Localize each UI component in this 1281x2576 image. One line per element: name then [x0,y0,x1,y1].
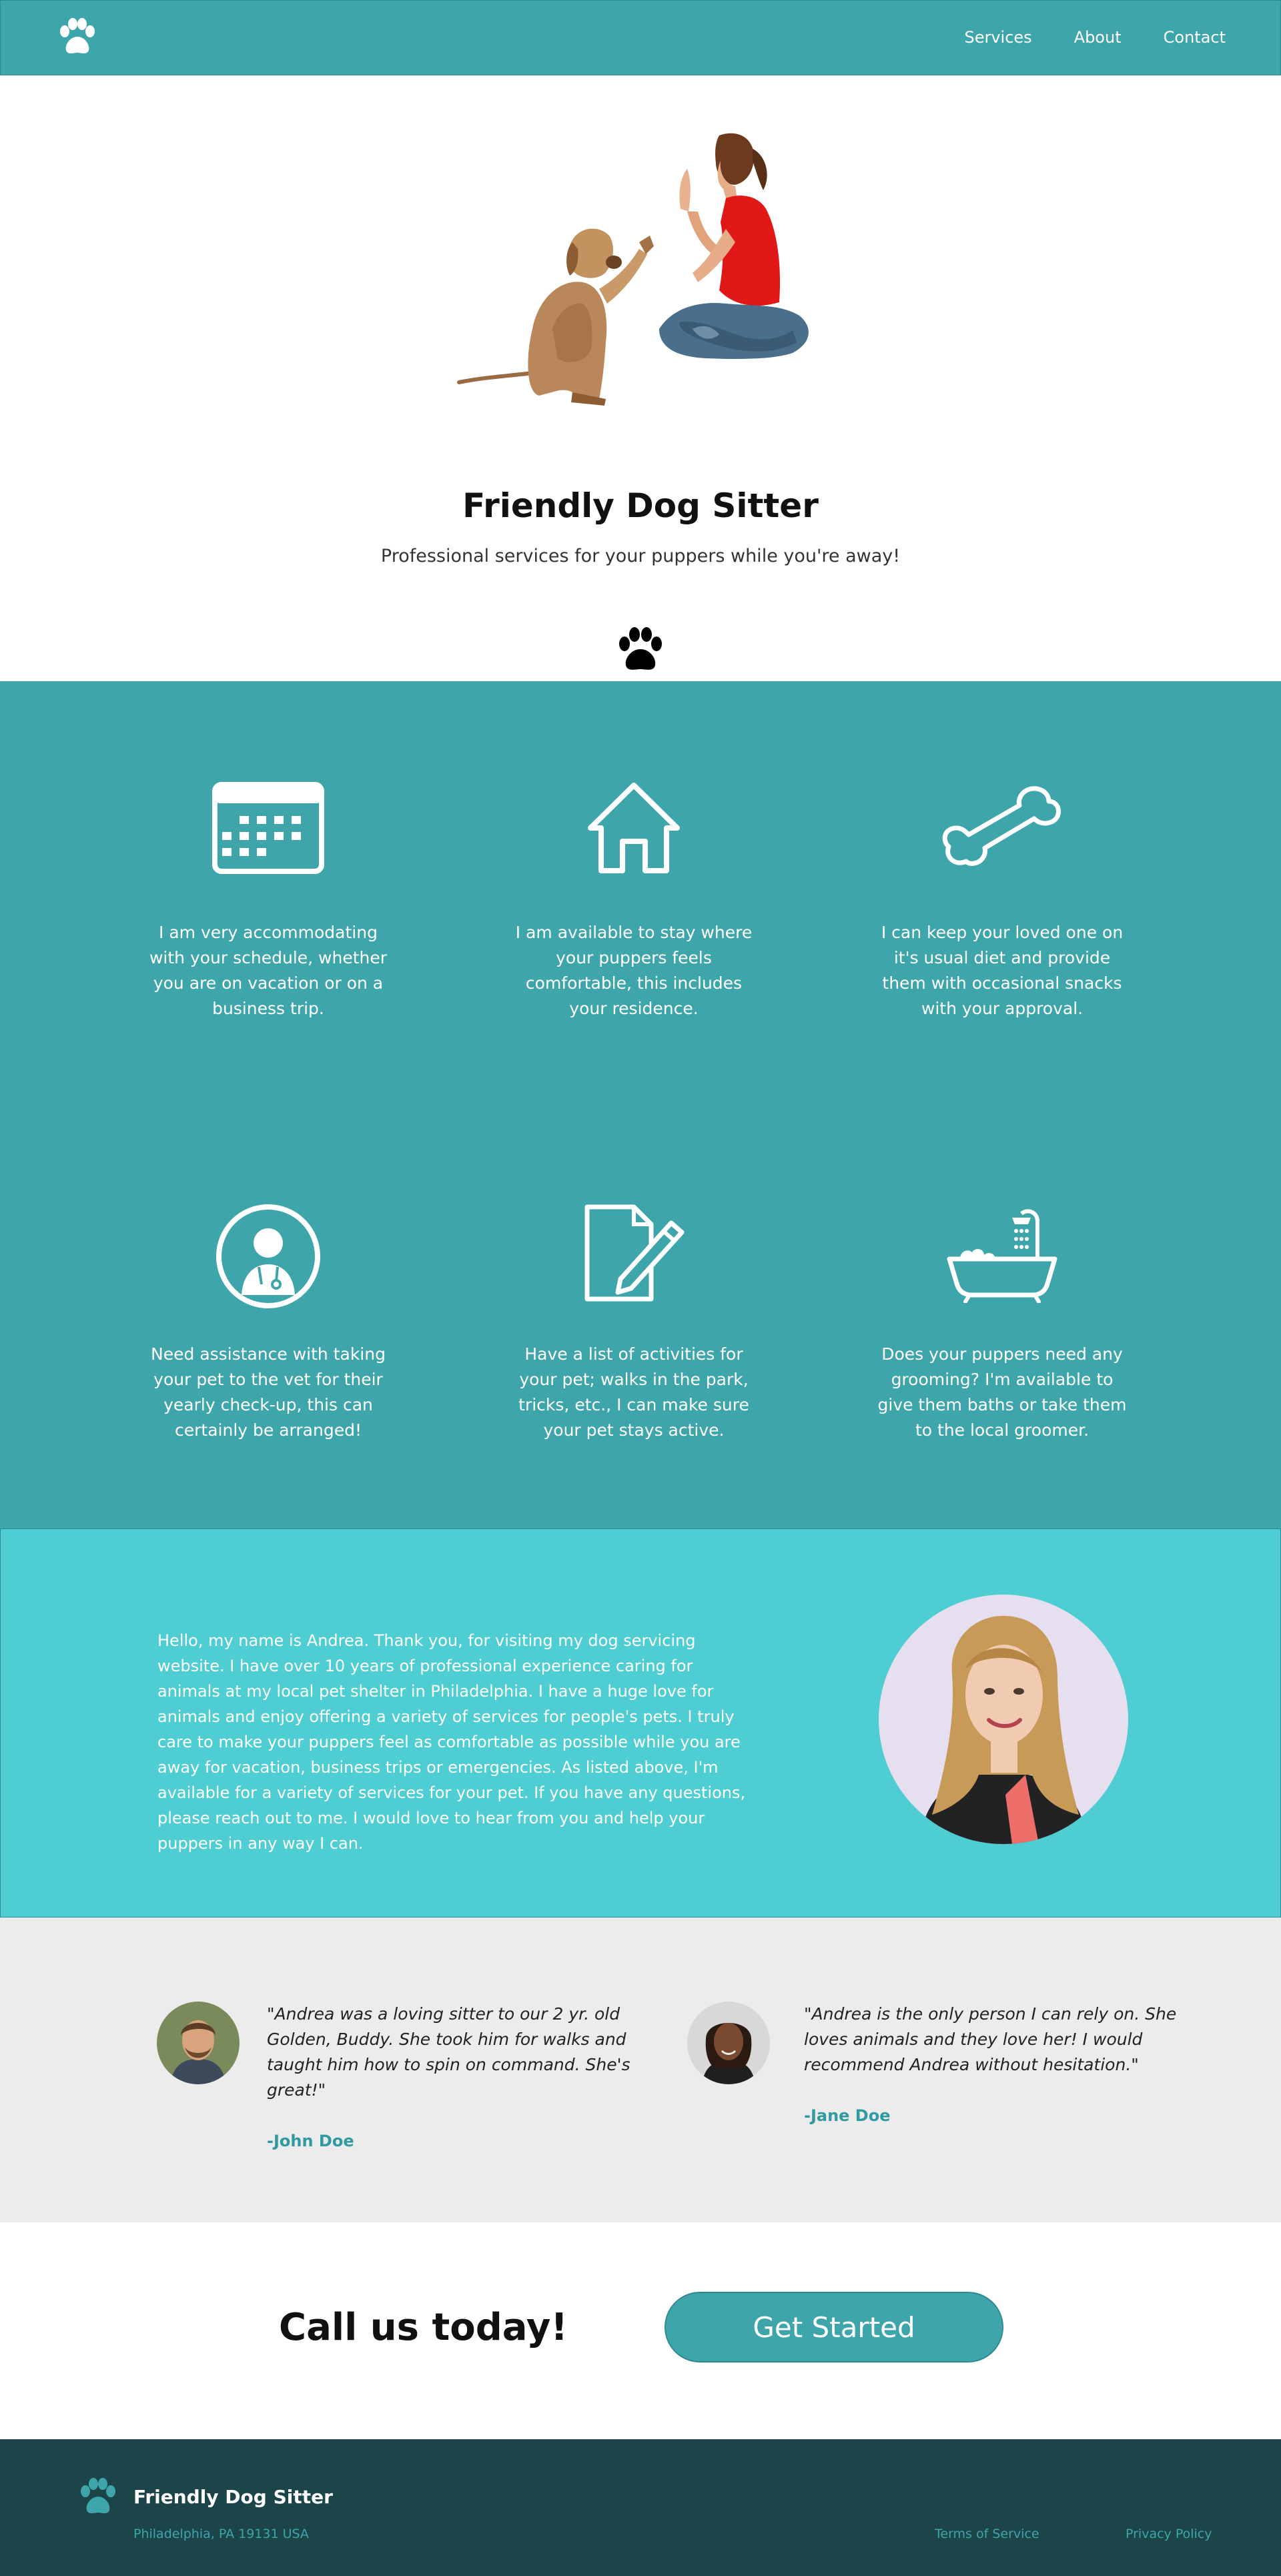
house-icon [588,783,680,873]
bone-icon [942,786,1061,866]
terms-of-service-link[interactable]: Terms of Service [935,2527,1039,2541]
page-title: Friendly Dog Sitter [462,486,819,525]
paw-icon [619,627,662,670]
nav-link-about[interactable]: About [1074,26,1122,49]
call-to-action-section: Call us today! Get Started [0,2222,1281,2439]
woman-figure [659,133,809,360]
nav-link-contact[interactable]: Contact [1164,26,1226,49]
service-card-residence: I am available to stay where your pupper… [507,781,761,1021]
testimonial-author: -Jane Doe [804,2106,891,2125]
service-text: Does your puppers need any grooming? I'm… [877,1344,1127,1440]
nav-links: Services About Contact [964,26,1226,49]
testimonials-section: "Andrea was a loving sitter to our 2 yr.… [0,1917,1281,2222]
about-section: Hello, my name is Andrea. Thank you, for… [0,1529,1281,1917]
service-text: Need assistance with taking your pet to … [151,1344,386,1440]
testimonial-quote: "Andrea is the only person I can rely on… [804,2004,1177,2074]
service-card-diet: I can keep your loved one on it's usual … [875,781,1129,1021]
paw-icon[interactable] [55,18,99,58]
privacy-policy-link[interactable]: Privacy Policy [1126,2527,1212,2541]
hero-section: Friendly Dog Sitter Professional service… [0,75,1281,681]
service-text: I can keep your loved one on it's usual … [881,923,1124,1018]
avatar [687,2002,770,2084]
service-text: Have a list of activities for your pet; … [518,1344,749,1440]
footer-site-name: Friendly Dog Sitter [133,2486,333,2508]
service-card-grooming: Does your puppers need any grooming? I'm… [875,1203,1129,1443]
bathtub-icon [947,1209,1057,1303]
calendar-icon [212,782,324,874]
note-pencil-icon [584,1204,685,1302]
dog-high-five-illustration [457,133,809,406]
cta-heading: Call us today! [279,2306,568,2349]
about-text: Hello, my name is Andrea. Thank you, for… [157,1631,746,1853]
service-card-vet: Need assistance with taking your pet to … [141,1203,395,1443]
service-card-activities: Have a list of activities for your pet; … [507,1203,761,1443]
service-text: I am available to stay where your pupper… [515,923,753,1018]
dog-figure [457,228,654,406]
paw-icon[interactable] [76,2478,120,2518]
service-card-schedule: I am very accommodating with your schedu… [141,781,395,1021]
get-started-button[interactable]: Get Started [665,2292,1003,2363]
avatar [157,2002,240,2084]
andrea-portrait-photo [879,1595,1128,1844]
site-footer: Friendly Dog Sitter Philadelphia, PA 191… [0,2439,1281,2576]
testimonial-author: -John Doe [267,2132,354,2150]
testimonial-quote: "Andrea was a loving sitter to our 2 yr.… [267,2004,630,2100]
hero-tagline: Professional services for your puppers w… [380,546,901,566]
footer-address: Philadelphia, PA 19131 USA [133,2527,309,2541]
service-text: I am very accommodating with your schedu… [149,923,388,1018]
top-nav: Services About Contact [0,0,1281,75]
nav-link-services[interactable]: Services [964,26,1031,49]
services-section: I am very accommodating with your schedu… [0,681,1281,1529]
veterinarian-icon [216,1204,320,1308]
